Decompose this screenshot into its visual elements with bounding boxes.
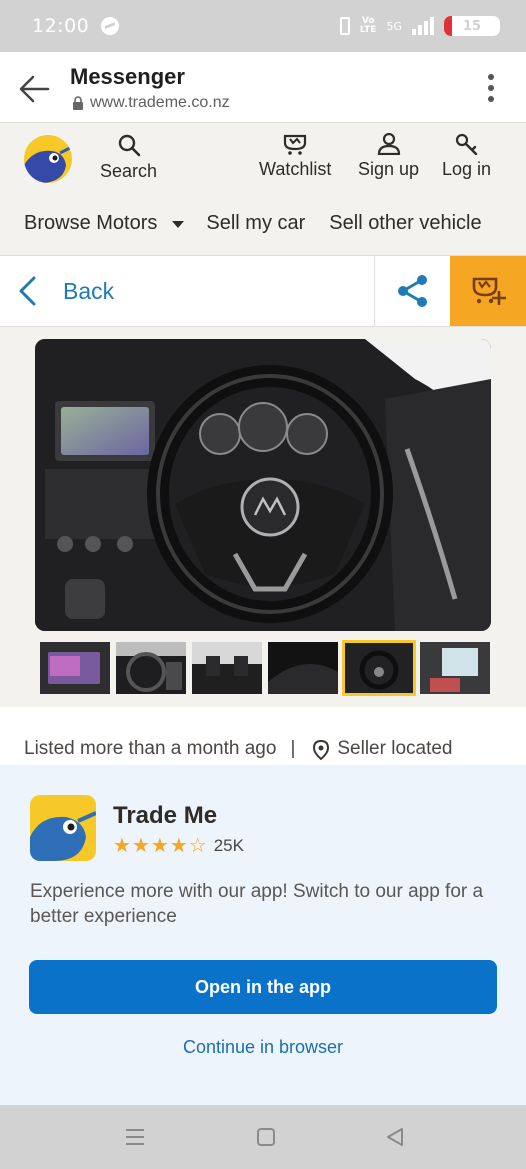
chevron-left-icon [19,276,36,306]
star-icon: ★ [169,835,188,857]
share-icon [397,275,427,307]
signal-icon [412,17,434,35]
photo-thumbnail[interactable] [420,642,490,694]
system-back-icon[interactable] [384,1127,406,1147]
steering-wheel-photo [35,339,491,631]
watchlist-icon [284,134,307,155]
continue-in-browser-link[interactable]: Continue in browser [0,1037,526,1058]
key-icon [455,133,477,155]
recent-apps-icon[interactable] [124,1127,146,1147]
volte-indicator: Vo LTE [359,16,377,35]
status-time: 12:00 [32,15,90,37]
nav-watchlist[interactable]: Watchlist [259,133,331,180]
seller-location: Seller located [337,738,453,759]
app-description: Experience more with our app! Switch to … [30,881,484,927]
nav-search-label: Search [100,161,158,181]
signal-5g-label: 5G [386,19,402,33]
search-icon [118,134,140,157]
nav-sign-up-label: Sign up [358,159,420,179]
back-label: Back [63,277,115,304]
photo-thumbnails [40,640,490,696]
listing-action-bar: Back [0,255,526,327]
add-to-watchlist-icon [472,277,506,305]
lock-icon [73,96,83,110]
browser-url: www.trademe.co.nz [72,94,230,112]
kiwi-app-icon [30,811,96,861]
photo-gallery [0,327,526,707]
star-empty-icon: ☆ [188,835,207,857]
nav-log-in-label: Log in [442,159,492,179]
rating-count: 25K [213,836,244,855]
sell-my-car-link[interactable]: Sell my car [206,212,305,235]
system-nav-bar [0,1105,526,1169]
photo-thumbnail-active[interactable] [342,640,416,696]
sell-other-vehicle-link[interactable]: Sell other vehicle [329,212,481,235]
nav-log-in[interactable]: Log in [442,133,491,180]
photo-thumbnail[interactable] [268,642,338,694]
star-icon: ★ [131,835,150,857]
vibrate-icon [339,17,350,35]
browse-motors-link[interactable]: Browse Motors [24,212,157,235]
photo-thumbnail[interactable] [192,642,262,694]
share-button[interactable] [374,256,450,326]
app-rating: ★ ★ ★ ★ ☆ 25K [113,836,244,856]
back-button[interactable]: Back [16,256,114,326]
browser-back-arrow-icon[interactable] [18,72,52,106]
url-text: www.trademe.co.nz [90,94,230,111]
photo-thumbnail[interactable] [116,642,186,694]
kiwi-logo-icon [24,145,72,183]
app-name: Trade Me [113,802,218,829]
photo-thumbnail[interactable] [40,642,110,694]
chevron-down-icon[interactable] [172,221,185,228]
listed-time: Listed more than a month ago [24,738,277,759]
status-bar: 12:00 Vo LTE 5G 15 [0,0,526,52]
add-to-watchlist-button[interactable] [450,256,526,326]
main-listing-photo[interactable] [35,339,491,631]
messenger-notification-icon [101,17,120,35]
nav-search[interactable]: Search [100,133,157,182]
site-header: Search Watchlist Sign up Log in Browse M… [0,123,526,255]
app-install-banner: Trade Me ★ ★ ★ ★ ☆ 25K Experience more w… [0,765,526,1105]
battery-indicator: 15 [444,16,500,36]
browser-tab-bar: Messenger www.trademe.co.nz [0,52,526,123]
location-pin-icon [313,740,330,760]
browser-title: Messenger [70,64,185,89]
star-icon: ★ [113,835,131,857]
trademe-app-icon [30,795,96,861]
listing-separator: | [290,738,296,759]
home-icon[interactable] [255,1127,277,1147]
user-icon [377,133,400,155]
motors-nav: Browse Motors Sell my car Sell other veh… [24,212,502,235]
open-in-app-button[interactable]: Open in the app [29,960,497,1014]
nav-sign-up[interactable]: Sign up [358,133,419,180]
star-icon: ★ [150,835,169,857]
nav-watchlist-label: Watchlist [259,159,332,179]
trademe-logo[interactable] [24,135,72,183]
listing-meta: Listed more than a month ago | Seller lo… [0,707,526,765]
browser-menu-icon[interactable] [488,74,494,102]
